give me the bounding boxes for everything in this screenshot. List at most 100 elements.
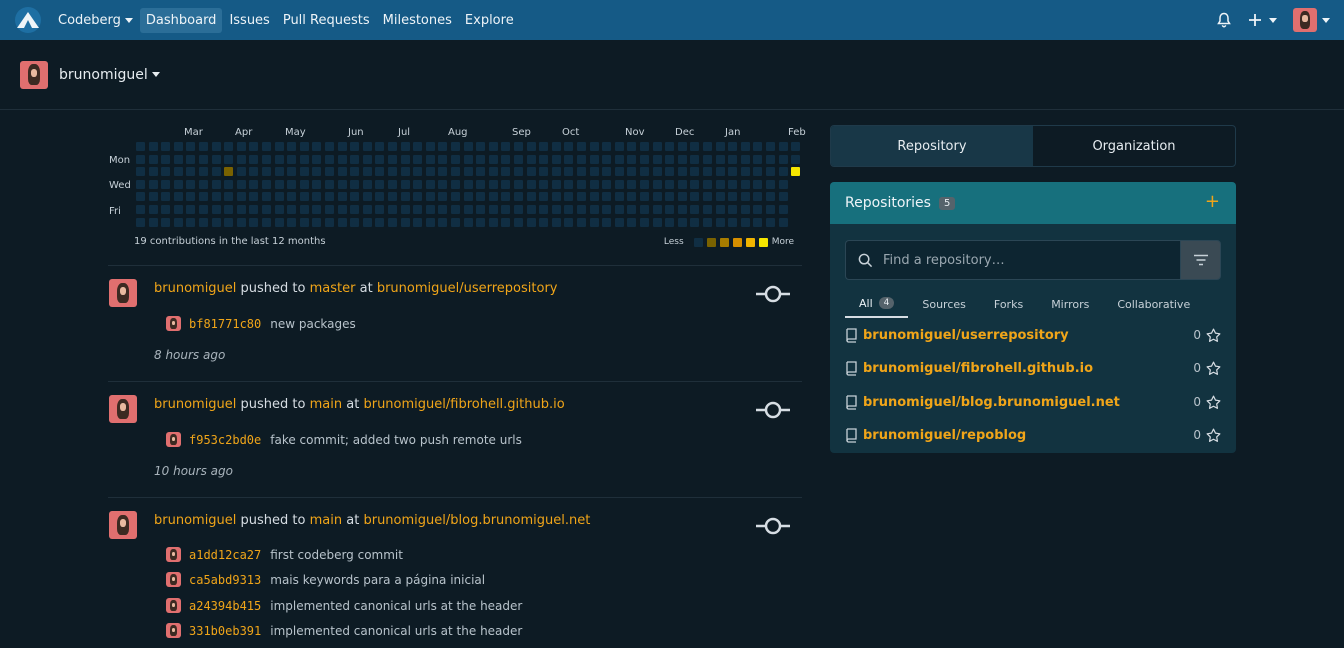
heatmap-cell [211, 142, 221, 151]
commit-sha-link[interactable]: a1dd12ca27 [189, 548, 261, 562]
heatmap-cell [589, 205, 599, 214]
heatmap-cell [577, 142, 586, 151]
avatar[interactable] [109, 395, 137, 423]
heatmap-cell [299, 154, 309, 164]
heatmap-cell [375, 217, 385, 227]
heatmap-cell [514, 205, 523, 214]
filter-tab-all[interactable]: All 4 [845, 290, 909, 318]
heatmap-cell [690, 167, 700, 177]
heatmap-cell [337, 167, 347, 177]
feed-user-link[interactable]: brunomiguel [154, 513, 236, 528]
heatmap-cell [740, 154, 750, 164]
tab-repository[interactable]: Repository [831, 126, 1033, 166]
commit-sha-link[interactable]: a24394b415 [189, 599, 261, 613]
repository-list-item[interactable]: brunomiguel/userrepository 0 [845, 324, 1221, 346]
heatmap-cell [249, 179, 259, 189]
feed-branch-link[interactable]: master [310, 281, 356, 296]
filter-tab-sources[interactable]: Sources [908, 290, 980, 318]
heatmap-cell [312, 142, 322, 151]
filter-tab-mirrors[interactable]: Mirrors [1037, 290, 1103, 318]
user-menu[interactable] [1293, 8, 1330, 32]
heatmap-cell [640, 217, 649, 227]
nav-explore[interactable]: Explore [459, 8, 520, 33]
commit-sha-link[interactable]: f953c2bd0e [189, 433, 261, 447]
heatmap-cell [136, 142, 145, 151]
heatmap-cell [488, 167, 498, 177]
heatmap-cell [551, 154, 561, 164]
heatmap-cell [614, 142, 624, 151]
feed-user-link[interactable]: brunomiguel [154, 397, 236, 412]
heatmap-cell [451, 217, 460, 227]
heatmap-cell [564, 205, 574, 214]
create-new-menu[interactable] [1248, 13, 1277, 27]
filter-tab-forks[interactable]: Forks [980, 290, 1037, 318]
tab-organization[interactable]: Organization [1033, 126, 1235, 166]
heatmap-cell [438, 217, 448, 227]
heatmap-cell [564, 192, 574, 202]
heatmap-cell [463, 179, 473, 189]
heatmap-cell [488, 154, 498, 164]
feed-repo-link[interactable]: brunomiguel/blog.brunomiguel.net [363, 513, 590, 528]
heatmap-cell [413, 217, 423, 227]
context-username[interactable]: brunomiguel [59, 67, 160, 83]
feed-branch-link[interactable]: main [310, 513, 342, 528]
heatmap-cell [728, 167, 738, 177]
commit-sha-link[interactable]: ca5abd9313 [189, 573, 261, 587]
codeberg-logo-icon[interactable] [14, 6, 42, 34]
legend-swatch [719, 237, 729, 247]
heatmap-cell [224, 142, 234, 151]
heatmap-cell [703, 142, 712, 151]
heatmap-cell [501, 154, 511, 164]
new-repository-plus-icon[interactable]: + [1205, 191, 1220, 212]
feed-branch-link[interactable]: main [310, 397, 342, 412]
repository-link[interactable]: brunomiguel/userrepository [863, 328, 1193, 343]
repository-link[interactable]: brunomiguel/repoblog [863, 428, 1193, 443]
heatmap-cell [199, 205, 208, 214]
heatmap-month-label: Nov [625, 127, 645, 138]
heatmap-cell [551, 192, 561, 202]
commit-sha-link[interactable]: 331b0eb391 [189, 624, 261, 638]
feed-repo-link[interactable]: brunomiguel/fibrohell.github.io [363, 397, 564, 412]
avatar [166, 572, 181, 587]
heatmap-cell [362, 205, 372, 214]
filter-tab-collaborative[interactable]: Collaborative [1103, 290, 1204, 318]
heatmap-cell [236, 167, 246, 177]
filter-button[interactable] [1180, 240, 1221, 280]
heatmap-cell [136, 154, 145, 164]
dashboard-context-switcher[interactable]: brunomiguel [0, 40, 1344, 110]
heatmap-cell [274, 179, 284, 189]
nav-dashboard[interactable]: Dashboard [139, 7, 223, 33]
heatmap-cell [740, 205, 750, 214]
heatmap-cell [715, 167, 725, 177]
repository-list-item[interactable]: brunomiguel/fibrohell.github.io 0 [845, 357, 1221, 379]
nav-issues[interactable]: Issues [223, 8, 275, 33]
notifications-bell-icon[interactable] [1216, 12, 1232, 28]
heatmap-cell [501, 217, 511, 227]
repository-link[interactable]: brunomiguel/blog.brunomiguel.net [863, 395, 1193, 410]
star-icon [1206, 361, 1221, 375]
commit-sha-link[interactable]: bf81771c80 [189, 317, 261, 331]
repository-link[interactable]: brunomiguel/fibrohell.github.io [863, 361, 1193, 376]
heatmap-cell [425, 179, 435, 189]
heatmap-cell [161, 217, 171, 227]
heatmap-cell [413, 167, 423, 177]
feed-user-link[interactable]: brunomiguel [154, 281, 236, 296]
repository-list-item[interactable]: brunomiguel/blog.brunomiguel.net 0 [845, 391, 1221, 413]
heatmap-cell [325, 154, 334, 164]
heatmap-cell [350, 217, 360, 227]
heatmap-cell [451, 192, 460, 202]
feed-repo-link[interactable]: brunomiguel/userrepository [377, 281, 558, 296]
nav-pull-requests[interactable]: Pull Requests [277, 8, 376, 33]
heatmap-cell [375, 167, 385, 177]
nav-milestones[interactable]: Milestones [377, 8, 458, 33]
nav-brand-menu[interactable]: Codeberg [52, 8, 139, 33]
repository-list-item[interactable]: brunomiguel/repoblog 0 [845, 424, 1221, 446]
avatar[interactable] [109, 511, 137, 539]
heatmap-cell [476, 142, 486, 151]
heatmap-cell [728, 192, 738, 202]
heatmap-cell [312, 205, 322, 214]
repository-search-input[interactable] [883, 252, 1163, 268]
heatmap-cell [388, 217, 397, 227]
heatmap-cell [224, 179, 234, 189]
avatar[interactable] [109, 279, 137, 307]
